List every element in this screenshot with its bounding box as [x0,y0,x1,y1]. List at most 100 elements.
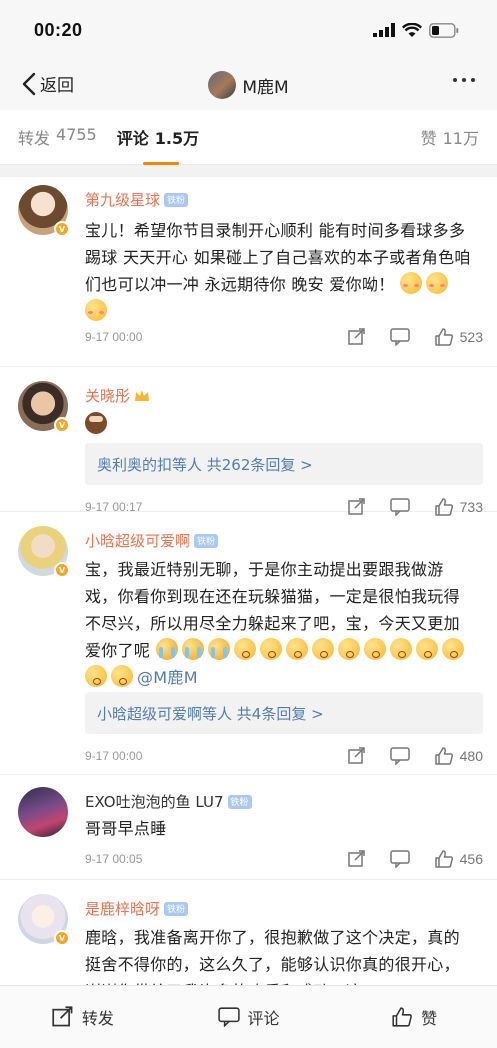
view-replies-link[interactable]: 小晗超级可爱啊等人 共4条回复 > [85,692,483,734]
comment-actions: 480 [347,746,483,766]
comment-meta: 9-17 00:00 480 [85,744,483,768]
comment-username[interactable]: 小晗超级可爱啊 铁粉 [85,530,219,551]
blush-emoji-icon [425,272,448,294]
comment-time: 9-17 00:00 [85,330,143,344]
comment-username[interactable]: EXO吐泡泡的鱼 LU7 铁粉 [85,791,252,812]
comment-username[interactable]: 是鹿梓晗呀 铁粉 [85,898,189,919]
verified-badge-icon: V [54,930,70,946]
comment-username[interactable]: 第九级星球 铁粉 [85,189,189,210]
kiss-emoji-icon [389,638,412,660]
share-icon [347,747,365,764]
repost-button[interactable]: 转发 [0,1005,166,1029]
kiss-emoji-icon [259,638,282,660]
reply-comment-button[interactable] [389,850,410,868]
like-comment-button[interactable]: 480 [434,746,483,766]
crown-icon [135,389,150,401]
comment-text: 宝，我最近特别无聊，于是你主动提出要跟我做游戏，你看你到现在还在玩躲猫猫，一定是… [85,556,475,691]
author-avatar [208,71,237,99]
view-replies-link[interactable]: 奥利奥的扣等人 共262条回复 > [85,443,483,485]
tab-like-count: 11万 [442,129,479,148]
nav-bar: 返回 M鹿M [0,60,497,110]
mention-link[interactable]: @M鹿M [137,668,198,687]
comment-actions: 456 [347,849,483,869]
comment-text: 哥哥早点睡 [85,819,167,838]
like-count: 523 [459,329,483,345]
like-comment-button[interactable]: 523 [434,327,483,347]
tab-comment[interactable]: 评论 1.5万 [116,125,199,165]
like-button[interactable]: 赞 [331,1005,497,1029]
comment-item: V 小晗超级可爱啊 铁粉 宝，我最近特别无聊，于是你主动提出要跟我做游戏，你看你… [0,512,497,775]
fan-badge: 铁粉 [227,794,252,809]
like-comment-button[interactable]: 456 [434,849,483,869]
kiss-emoji-icon [441,638,464,660]
comment-icon [389,328,410,346]
cry-emoji-icon [207,638,230,660]
nav-title[interactable]: M鹿M [208,71,289,99]
kiss-emoji-icon [363,638,386,660]
verified-badge-icon: V [54,221,70,237]
repost-comment-button[interactable] [347,328,366,346]
avatar[interactable] [18,787,68,837]
wifi-icon [402,22,422,37]
kiss-emoji-icon [285,638,308,660]
thumb-up-icon [392,1007,413,1027]
comment-icon [217,1007,240,1027]
reply-comment-button[interactable] [389,328,410,346]
tab-repost-label: 转发 [18,129,51,148]
tab-like-label: 赞 [420,129,437,148]
thumb-up-icon [434,328,453,346]
share-icon [347,850,365,867]
section-divider [0,165,497,177]
comment-button[interactable]: 评论 [166,1005,332,1029]
comment-list: V 第九级星球 铁粉 宝儿！希望你节目录制开心顺利 能有时间多看球多多踢球 天天… [0,177,497,1010]
thumb-up-icon [434,850,453,868]
bottom-action-bar: 转发 评论 赞 [0,985,497,1048]
tab-like[interactable]: 赞 11万 [421,125,479,149]
kiss-emoji-icon [337,638,360,660]
cry-emoji-icon [155,638,178,660]
tab-comment-label: 评论 [116,129,149,148]
comment-meta: 9-17 00:00 523 [85,325,483,349]
author-name: M鹿M [242,77,289,98]
status-time: 00:20 [34,19,83,40]
detail-tabs: 转发 4755 评论 1.5万 赞 11万 [0,110,497,165]
battery-icon [429,22,459,38]
comment-time: 9-17 00:05 [85,852,143,866]
comment-username[interactable]: 关晓彤 [85,385,150,406]
cry-emoji-icon [181,638,204,660]
thumb-up-icon [434,747,453,765]
like-count: 480 [459,748,483,764]
reply-comment-button[interactable] [389,747,410,765]
kiss-emoji-icon [415,638,438,660]
share-icon [347,328,365,345]
cake-emoji-icon [85,412,107,434]
blush-emoji-icon [85,299,107,321]
like-count: 456 [459,851,483,867]
repost-label: 转发 [81,1009,114,1028]
verified-badge-icon: V [54,417,70,433]
kiss-emoji-icon [85,665,107,687]
kiss-emoji-icon [311,638,334,660]
fan-badge: 铁粉 [194,533,219,548]
back-label: 返回 [40,76,74,96]
verified-badge-icon: V [54,562,70,578]
comment-text [85,411,475,438]
more-dot-icon [471,78,475,82]
comment-icon [389,850,410,868]
comment-icon [389,747,410,765]
fan-badge: 铁粉 [164,901,189,916]
status-icons [373,22,459,38]
repost-comment-button[interactable] [347,850,366,868]
more-dot-icon [453,78,457,82]
comment-item: V 第九级星球 铁粉 宝儿！希望你节目录制开心顺利 能有时间多看球多多踢球 天天… [0,177,497,367]
repost-comment-button[interactable] [347,747,366,765]
back-button[interactable]: 返回 [22,71,74,96]
comment-time: 9-17 00:00 [85,749,143,763]
more-button[interactable] [453,78,475,82]
share-icon [52,1006,73,1027]
tab-repost[interactable]: 转发 4755 [18,125,97,149]
tab-repost-count: 4755 [56,125,97,144]
kiss-emoji-icon [233,638,256,660]
like-label: 赞 [421,1009,438,1028]
comment-item: V 关晓彤 奥利奥的扣等人 共262条回复 > 9-17 00:17 733 [0,367,497,516]
